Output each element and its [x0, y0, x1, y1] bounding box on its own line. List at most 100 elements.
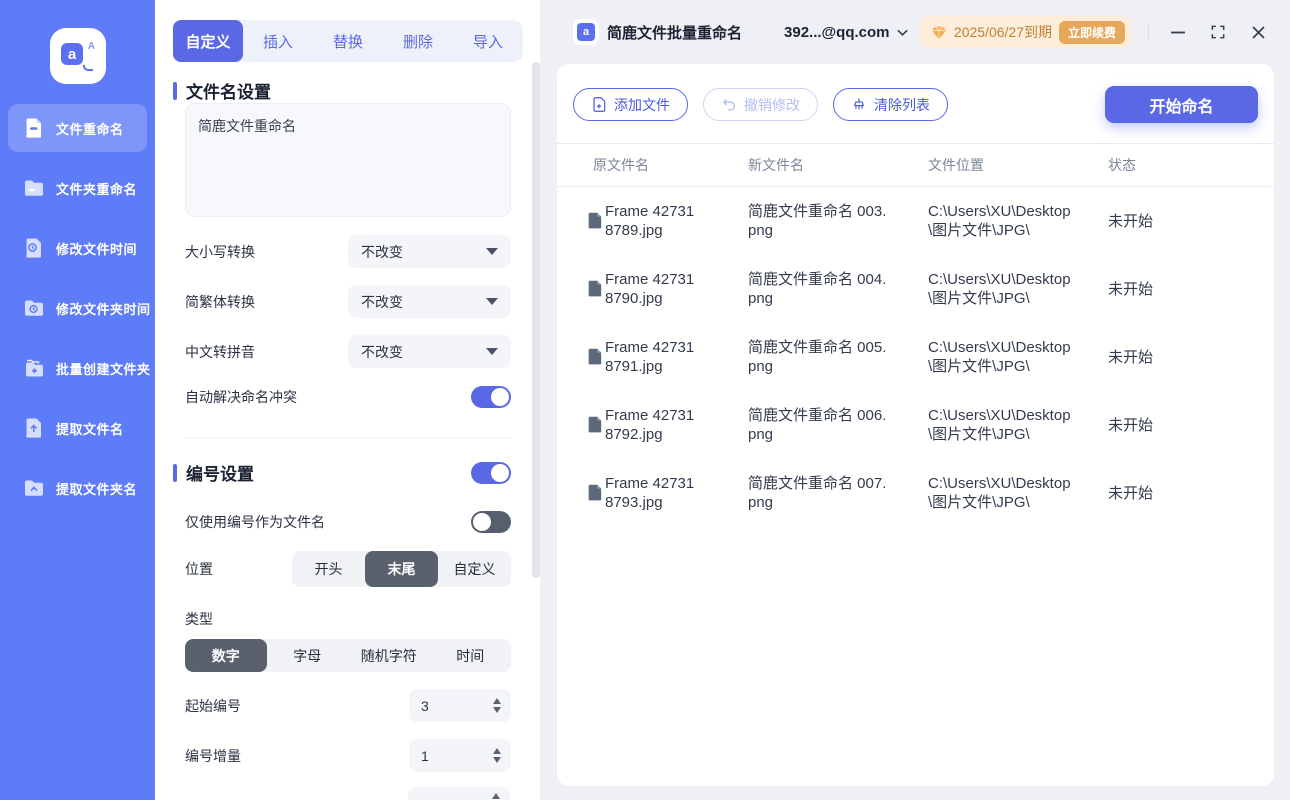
- undo-button[interactable]: 撤销修改: [703, 88, 818, 121]
- tab-import[interactable]: 导入: [453, 20, 523, 62]
- maximize-button[interactable]: [1206, 20, 1230, 44]
- type-option-letter[interactable]: 字母: [267, 639, 349, 672]
- sidebar-item-label: 文件夹重命名: [56, 181, 138, 197]
- file-location: C:\Users\XU\Desktop\图片文件\JPG\: [928, 271, 1071, 307]
- file-icon: [588, 484, 602, 500]
- file-icon: [588, 348, 602, 364]
- new-filename: 简鹿文件重命名 004.png: [748, 271, 887, 307]
- settings-scrollbar[interactable]: [532, 62, 540, 578]
- simp-trad-select[interactable]: 不改变: [348, 285, 511, 318]
- list-toolbar: 添加文件 撤销修改 清除列表 开始命名: [573, 86, 1258, 123]
- maximize-icon: [1211, 25, 1225, 39]
- table-header: 原文件名 新文件名 文件位置 状态: [557, 143, 1274, 187]
- position-option-start[interactable]: 开头: [292, 551, 365, 587]
- renew-button[interactable]: 立即续费: [1058, 20, 1125, 44]
- stepper-arrows[interactable]: [493, 748, 501, 763]
- sidebar-item-create-folders[interactable]: 批量创建文件夹: [8, 344, 150, 392]
- table-row[interactable]: Frame 42731 8791.jpg 简鹿文件重命名 005.png C:\…: [557, 323, 1274, 391]
- tab-delete[interactable]: 删除: [383, 20, 453, 62]
- caret-down-icon: [486, 248, 498, 255]
- table-row[interactable]: Frame 42731 8789.jpg 简鹿文件重命名 003.png C:\…: [557, 187, 1274, 255]
- position-option-end[interactable]: 末尾: [365, 551, 438, 587]
- license-expiry: 2025/06/27到期: [953, 24, 1052, 40]
- step-up-icon[interactable]: [493, 698, 501, 704]
- start-number-row: 起始编号: [185, 689, 511, 722]
- tab-custom[interactable]: 自定义: [173, 20, 243, 62]
- titlebar-app-icon: a: [573, 19, 599, 45]
- toggle-knob: [491, 388, 509, 406]
- only-number-toggle[interactable]: [471, 511, 511, 533]
- increment-input[interactable]: [421, 747, 471, 764]
- case-convert-select[interactable]: 不改变: [348, 235, 511, 268]
- position-row: 位置 开头 末尾 自定义: [185, 551, 511, 587]
- table-row[interactable]: Frame 42731 8792.jpg 简鹿文件重命名 006.png C:\…: [557, 391, 1274, 459]
- sidebar-item-file-rename[interactable]: 文件重命名: [8, 104, 147, 152]
- sidebar: a A 文件重命名 文件夹重命名 修改文件时间 修改文件夹时间 批量创建文件夹 …: [0, 0, 155, 800]
- step-up-icon[interactable]: [493, 748, 501, 754]
- filename-template-input[interactable]: 简鹿文件重命名: [185, 103, 511, 217]
- original-filename: Frame 42731 8791.jpg: [605, 339, 695, 375]
- original-filename: Frame 42731 8793.jpg: [605, 475, 695, 511]
- type-option-time[interactable]: 时间: [430, 639, 512, 672]
- sidebar-item-label: 修改文件时间: [56, 241, 138, 257]
- type-option-number[interactable]: 数字: [185, 639, 267, 672]
- start-rename-button[interactable]: 开始命名: [1105, 86, 1258, 123]
- col-original-name: 原文件名: [593, 157, 649, 173]
- extract-filenames-icon: [26, 418, 41, 438]
- sidebar-item-folder-time[interactable]: 修改文件夹时间: [8, 284, 150, 332]
- file-location: C:\Users\XU\Desktop\图片文件\JPG\: [928, 339, 1071, 375]
- undo-icon: [722, 98, 736, 111]
- file-location: C:\Users\XU\Desktop\图片文件\JPG\: [928, 407, 1071, 443]
- section-accent-bar: [173, 463, 177, 482]
- close-button[interactable]: [1246, 20, 1270, 44]
- sidebar-item-extract-foldernames[interactable]: 提取文件夹名: [8, 464, 147, 512]
- sidebar-item-file-time[interactable]: 修改文件时间: [8, 224, 147, 272]
- license-badge: 2025/06/27到期 立即续费: [919, 16, 1131, 48]
- file-list-card: 添加文件 撤销修改 清除列表 开始命名 原文件名 新文件名 文件位置 状态 Fr…: [557, 64, 1274, 786]
- table-row[interactable]: Frame 42731 8793.jpg 简鹿文件重命名 007.png C:\…: [557, 459, 1274, 527]
- position-segmented: 开头 末尾 自定义: [292, 551, 511, 587]
- close-icon: [1251, 25, 1265, 39]
- logo-a-icon: a: [61, 43, 83, 65]
- table-row[interactable]: Frame 42731 8790.jpg 简鹿文件重命名 004.png C:\…: [557, 255, 1274, 323]
- col-status: 状态: [1108, 157, 1136, 173]
- sidebar-item-label: 文件重命名: [56, 121, 124, 137]
- col-new-name: 新文件名: [748, 157, 804, 173]
- position-option-custom[interactable]: 自定义: [438, 551, 511, 587]
- start-number-label: 起始编号: [185, 697, 241, 714]
- auto-resolve-toggle[interactable]: [471, 386, 511, 408]
- sidebar-item-extract-filenames[interactable]: 提取文件名: [8, 404, 147, 452]
- step-down-icon[interactable]: [493, 757, 501, 763]
- type-option-random[interactable]: 随机字符: [348, 639, 430, 672]
- file-icon: [588, 280, 602, 296]
- step-up-icon[interactable]: [492, 793, 500, 799]
- sidebar-item-label: 修改文件夹时间: [56, 301, 151, 317]
- status-text: 未开始: [1108, 212, 1154, 230]
- start-number-input[interactable]: [421, 697, 471, 714]
- sidebar-item-folder-rename[interactable]: 文件夹重命名: [8, 164, 147, 212]
- broom-icon: [854, 97, 864, 109]
- increment-label: 编号增量: [185, 747, 241, 764]
- simp-trad-label: 简繁体转换: [185, 293, 255, 310]
- minimize-button[interactable]: [1166, 20, 1190, 44]
- pinyin-select[interactable]: 不改变: [348, 335, 511, 368]
- clear-list-button[interactable]: 清除列表: [833, 88, 948, 121]
- sidebar-item-label: 批量创建文件夹: [56, 361, 151, 377]
- stepper-arrows[interactable]: [493, 698, 501, 713]
- file-rename-icon: [26, 118, 41, 138]
- sidebar-item-label: 提取文件夹名: [56, 481, 138, 497]
- partial-stepper-box[interactable]: [408, 787, 510, 800]
- tab-insert[interactable]: 插入: [243, 20, 313, 62]
- filename-section-header: 文件名设置: [173, 78, 271, 103]
- new-filename: 简鹿文件重命名 003.png: [748, 203, 887, 239]
- status-text: 未开始: [1108, 484, 1154, 502]
- sidebar-nav: 文件重命名 文件夹重命名 修改文件时间 修改文件夹时间 批量创建文件夹 提取文件…: [0, 104, 155, 524]
- step-down-icon[interactable]: [493, 707, 501, 713]
- add-files-button[interactable]: 添加文件: [573, 88, 688, 121]
- account-menu[interactable]: 392...@qq.com: [784, 24, 908, 41]
- numbering-toggle[interactable]: [471, 461, 511, 484]
- titlebar-divider: [1148, 23, 1149, 41]
- section-divider: [185, 437, 511, 438]
- tab-replace[interactable]: 替换: [313, 20, 383, 62]
- file-icon: [588, 212, 602, 228]
